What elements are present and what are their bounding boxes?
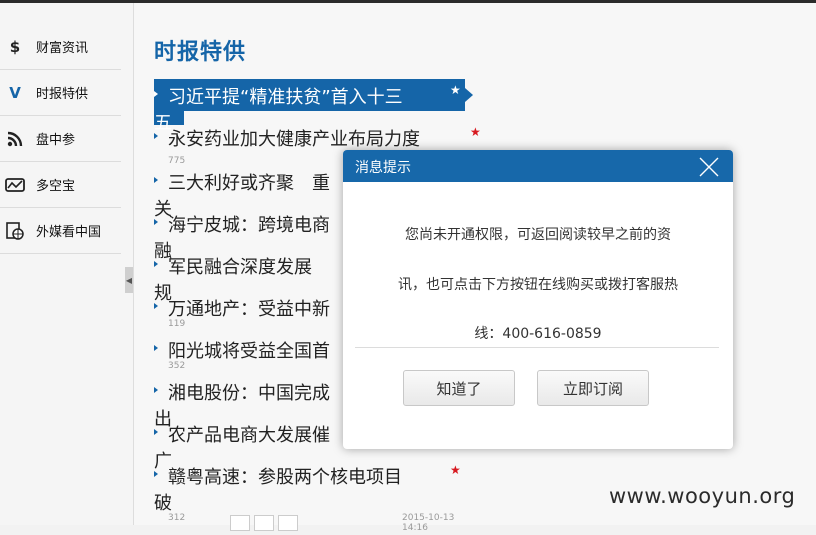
dialog-message-line-3: 线：400-616-0859 bbox=[474, 326, 602, 342]
news-title[interactable]: 习近平提“精准扶贫”首入十三 bbox=[168, 83, 403, 109]
sidebar-item-label: 外媒看中国 bbox=[36, 225, 102, 240]
star-icon: ★ bbox=[470, 125, 481, 139]
rss-icon bbox=[4, 128, 26, 150]
sidebar-item-foreign-media[interactable]: 外媒看中国 bbox=[0, 208, 121, 254]
dialog-header: 消息提示 bbox=[343, 150, 733, 182]
star-icon: ★ bbox=[450, 83, 461, 97]
bullet-icon bbox=[154, 345, 158, 351]
sidebar-item-long-short[interactable]: 多空宝 bbox=[0, 162, 121, 208]
news-title-wrap: 破 bbox=[154, 493, 172, 514]
page-button[interactable] bbox=[230, 515, 250, 531]
page-button[interactable] bbox=[278, 515, 298, 531]
sidebar-item-label: 时报特供 bbox=[36, 87, 89, 102]
v-logo-icon: V bbox=[9, 83, 21, 102]
globe-doc-icon bbox=[4, 220, 26, 242]
message-dialog: 消息提示 您尚未开通权限，可返回阅读较早之前的资 讯，也可点击下方按钮在线购买或… bbox=[343, 150, 733, 449]
star-icon: ★ bbox=[450, 463, 461, 477]
chart-box-icon bbox=[4, 174, 26, 196]
ok-button[interactable]: 知道了 bbox=[403, 370, 515, 406]
news-title[interactable]: 军民融合深度发展 bbox=[168, 253, 312, 279]
dialog-title: 消息提示 bbox=[355, 160, 411, 176]
page-title: 时报特供 bbox=[154, 40, 247, 65]
news-title[interactable]: 海宁皮城：跨境电商 bbox=[168, 211, 330, 237]
news-title[interactable]: 赣粤高速：参股两个核电项目 bbox=[168, 463, 402, 489]
close-icon[interactable] bbox=[697, 155, 721, 179]
collapse-toggle[interactable]: ◀ bbox=[125, 267, 133, 293]
bullet-icon bbox=[154, 471, 158, 477]
news-title[interactable]: 永安药业加大健康产业布局力度 bbox=[168, 125, 420, 151]
page-button[interactable] bbox=[254, 515, 274, 531]
news-meta: 312 bbox=[168, 513, 186, 523]
news-title[interactable]: 阳光城将受益全国首 bbox=[168, 337, 330, 363]
sidebar-item-label: 财富资讯 bbox=[36, 41, 89, 56]
sidebar-item-times-special[interactable]: V 时报特供 bbox=[0, 70, 121, 116]
subscribe-button[interactable]: 立即订阅 bbox=[537, 370, 649, 406]
news-meta: 119 bbox=[168, 319, 186, 329]
dollar-doc-icon: $ bbox=[9, 37, 21, 56]
bullet-icon bbox=[154, 133, 158, 139]
dialog-message-line-1: 您尚未开通权限，可返回阅读较早之前的资 bbox=[405, 227, 671, 243]
watermark: www.wooyun.org bbox=[609, 484, 796, 508]
pagination bbox=[230, 515, 302, 535]
sidebar: $ 财富资讯 V 时报特供 盘中参 多空宝 外媒看中国 ◀ bbox=[0, 3, 134, 525]
news-meta: 775 bbox=[168, 156, 186, 166]
sidebar-item-wealth-news[interactable]: $ 财富资讯 bbox=[0, 24, 121, 70]
sidebar-item-market-ref[interactable]: 盘中参 bbox=[0, 116, 121, 162]
news-meta: 352 bbox=[168, 361, 186, 371]
bullet-icon bbox=[154, 387, 158, 393]
bullet-icon bbox=[154, 303, 158, 309]
bullet-icon bbox=[154, 219, 158, 225]
news-date: 2015-10-13 14:16 bbox=[402, 513, 455, 533]
news-title[interactable]: 湘电股份：中国完成 bbox=[168, 379, 330, 405]
news-title[interactable]: 三大利好或齐聚 重 bbox=[168, 169, 330, 195]
sidebar-item-label: 盘中参 bbox=[36, 133, 76, 148]
bullet-icon bbox=[154, 177, 158, 183]
dialog-message-line-2: 讯，也可点击下方按钮在线购买或拨打客服热 bbox=[398, 277, 678, 293]
bullet-icon bbox=[154, 429, 158, 435]
bullet-icon bbox=[154, 91, 158, 97]
news-title[interactable]: 农产品电商大发展催 bbox=[168, 421, 330, 447]
sidebar-item-label: 多空宝 bbox=[36, 179, 76, 194]
dialog-divider bbox=[355, 347, 719, 348]
news-title[interactable]: 万通地产：受益中新 bbox=[168, 295, 330, 321]
bullet-icon bbox=[154, 261, 158, 267]
